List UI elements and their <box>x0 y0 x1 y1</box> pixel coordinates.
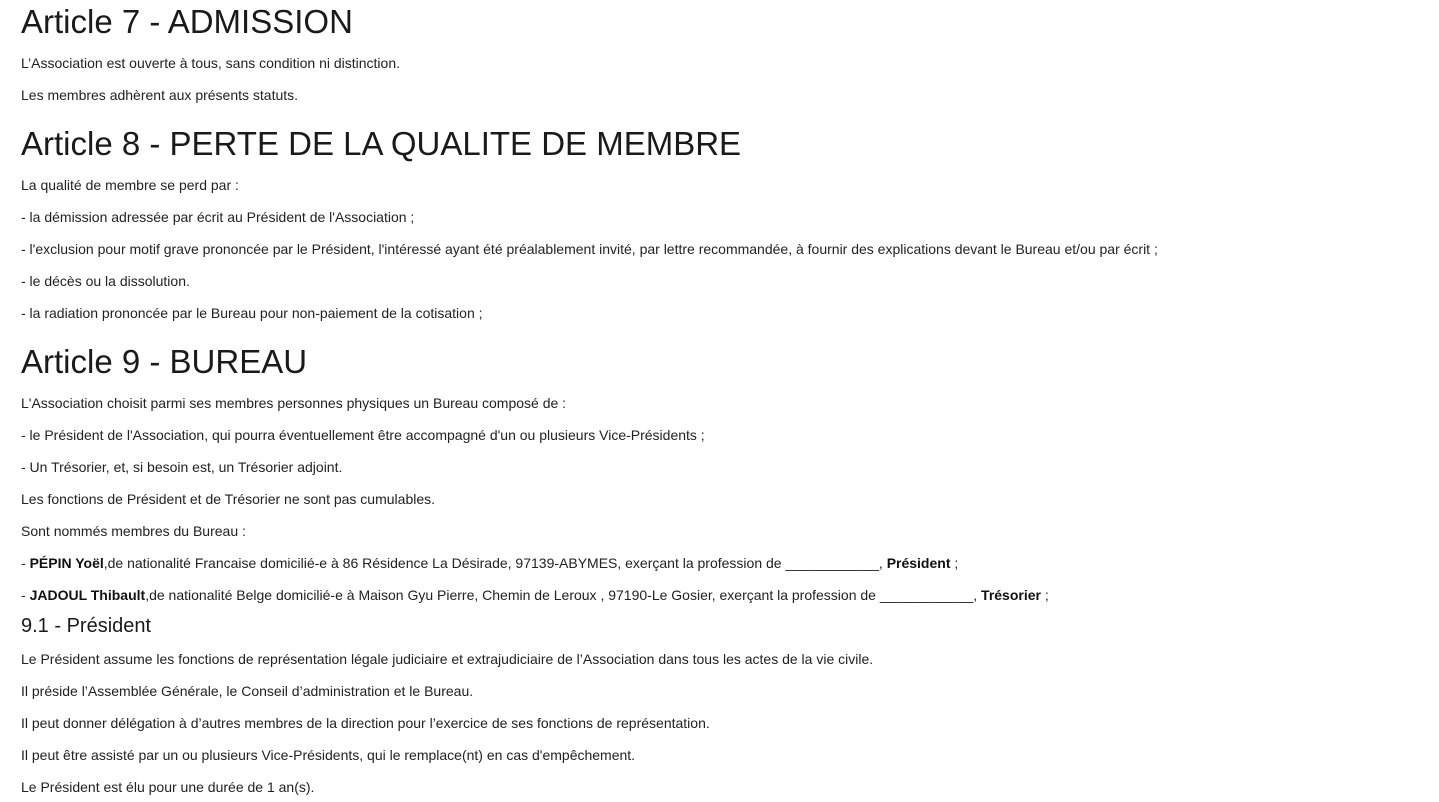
article-7-paragraph: L’Association est ouverte à tous, sans c… <box>21 55 400 71</box>
article-8-list-item: - le décès ou la dissolution. <box>21 273 190 289</box>
article-8-list-item: - l'exclusion pour motif grave prononcée… <box>21 241 1158 257</box>
section-9-1-line: Le Président assume les fonctions de rep… <box>21 651 874 667</box>
member-details: ,de nationalité Francaise domicilié-e à … <box>103 555 887 571</box>
member-prefix: - <box>21 587 30 603</box>
section-9-1-heading: 9.1 - Président <box>21 615 152 637</box>
article-9-list-item: - Un Trésorier, et, si besoin est, un Tr… <box>21 459 343 475</box>
document-page: Article 7 - ADMISSION L’Association est … <box>0 0 1439 802</box>
article-9-intro: L'Association choisit parmi ses membres … <box>21 395 567 411</box>
article-8-list-item: - la démission adressée par écrit au Pré… <box>21 209 415 225</box>
article-9-named-intro: Sont nommés membres du Bureau : <box>21 523 246 539</box>
article-8-list-item: - la radiation prononcée par le Bureau p… <box>21 305 483 321</box>
member-suffix: ; <box>1040 587 1049 603</box>
member-details: ,de nationalité Belge domicilié-e à Mais… <box>145 587 982 603</box>
member-name: PÉPIN Yoël <box>29 555 104 571</box>
member-role: Trésorier <box>981 587 1041 603</box>
article-7-paragraph: Les membres adhèrent aux présents statut… <box>21 87 299 103</box>
bureau-member-president: - PÉPIN Yoël,de nationalité Francaise do… <box>21 554 958 572</box>
member-role: Président <box>886 555 951 571</box>
article-9-list-item: - le Président de l'Association, qui pou… <box>21 427 705 443</box>
article-9-heading: Article 9 - BUREAU <box>21 343 308 380</box>
article-9-cumul: Les fonctions de Président et de Trésori… <box>21 491 436 507</box>
member-suffix: ; <box>950 555 959 571</box>
section-9-1-line: Il peut donner délégation à d’autres mem… <box>21 715 710 731</box>
section-9-1-line: Il peut être assisté par un ou plusieurs… <box>21 747 636 763</box>
article-8-heading: Article 8 - PERTE DE LA QUALITE DE MEMBR… <box>21 125 742 162</box>
article-7-heading: Article 7 - ADMISSION <box>21 3 353 40</box>
section-9-1-line: Il préside l’Assemblée Générale, le Cons… <box>21 683 474 699</box>
member-prefix: - <box>21 555 30 571</box>
member-name: JADOUL Thibault <box>29 587 146 603</box>
article-8-intro: La qualité de membre se perd par : <box>21 177 239 193</box>
section-9-1-line: Le Président est élu pour une durée de 1… <box>21 779 315 795</box>
bureau-member-treasurer: - JADOUL Thibault,de nationalité Belge d… <box>21 586 1049 604</box>
